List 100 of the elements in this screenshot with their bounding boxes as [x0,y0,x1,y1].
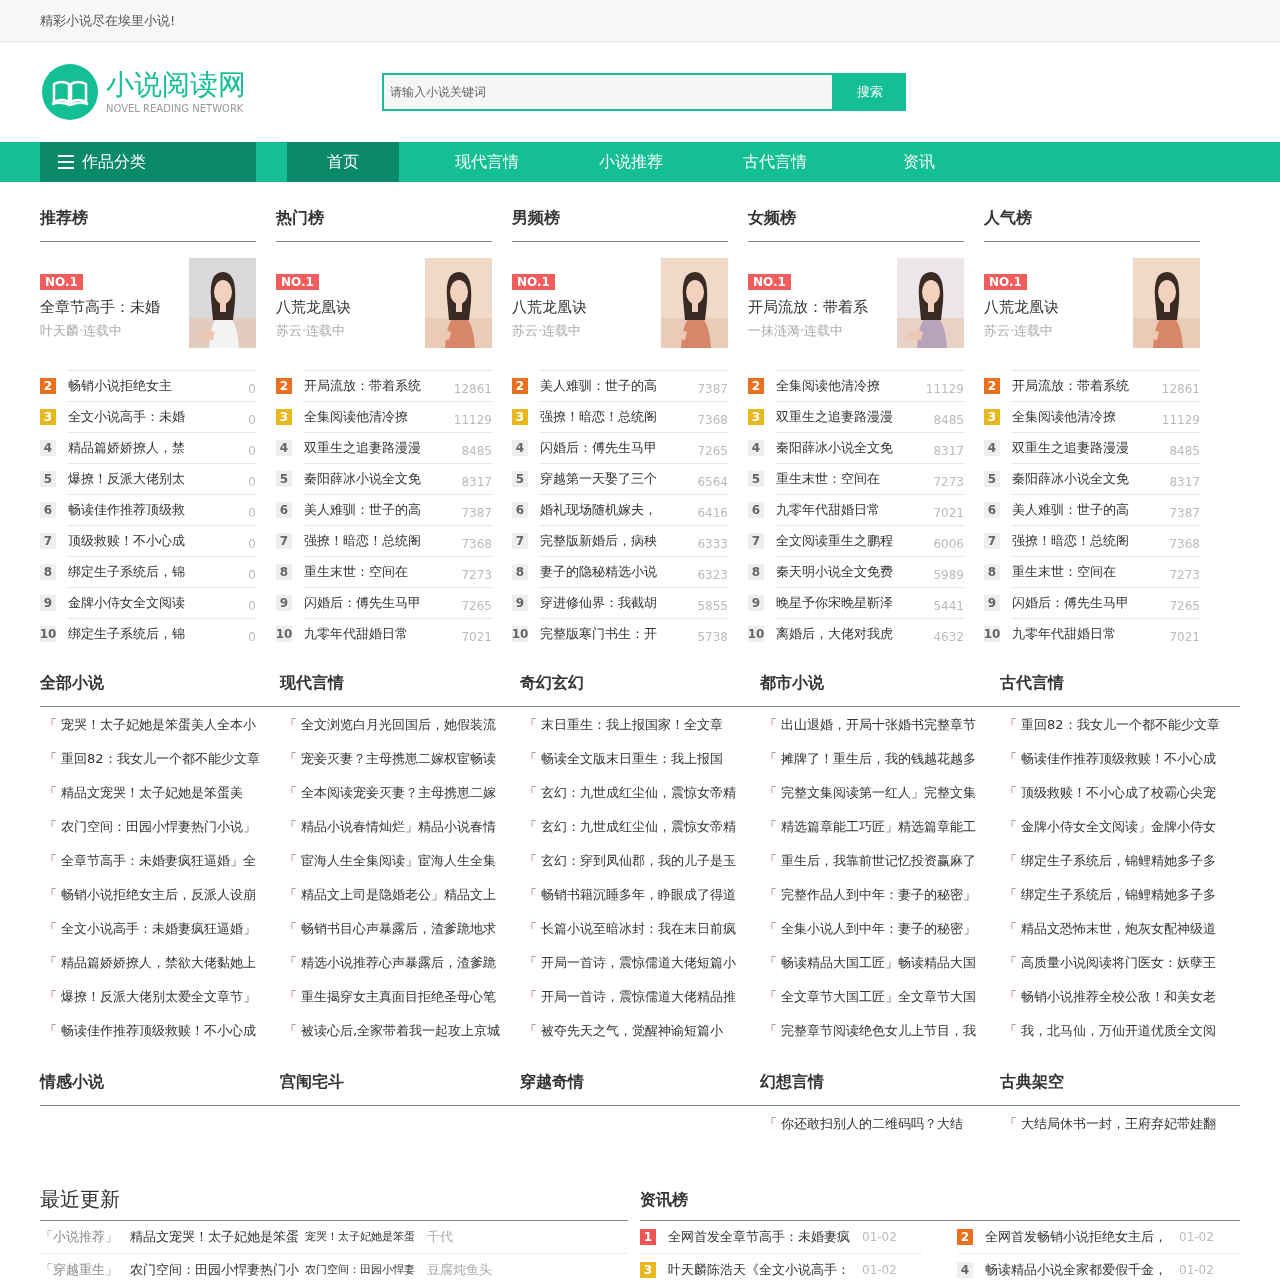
book-link[interactable]: 畅销书目心声暴露后，渣爹跪地求 [301,919,496,939]
book-link[interactable]: 强撩！暗恋！总统阁 [1012,531,1129,551]
book-link[interactable]: 宠妾灭妻？主母携崽二嫁权宦畅读 [301,749,496,769]
book-link[interactable]: 精品文宠哭！太子妃她是笨蛋 [130,1227,299,1247]
book-title[interactable]: 八荒龙凰诀 [276,296,351,319]
book-link[interactable]: 摊牌了！重生后，我的钱越花越多 [781,749,976,769]
book-link[interactable]: 秦阳薛冰小说全文免 [1012,469,1129,489]
book-link[interactable]: 被夺先天之气，觉醒神谕短篇小 [541,1021,723,1041]
book-link[interactable]: 绑定生子系统后，锦鲤精她多子多 [1021,851,1216,871]
book-link[interactable]: 精选篇章能工巧匠」精选篇章能工 [781,817,976,837]
book-link[interactable]: 金牌小侍女全文阅读」金牌小侍女 [1021,817,1216,837]
book-link[interactable]: 九零年代甜婚日常 [776,500,880,520]
book-link[interactable]: 爆撩！反派大佬别太 [68,469,185,489]
book-link[interactable]: 闪婚后：傅先生马甲 [1012,593,1129,613]
book-link[interactable]: 重生揭穿女主真面目拒绝圣母心笔 [301,987,496,1007]
book-link[interactable]: 全文章节大国工匠」全文章节大国 [781,987,976,1007]
book-link[interactable]: 晚星予你宋晚星靳泽 [776,593,893,613]
book-link[interactable]: 绑定生子系统后，锦 [68,562,185,582]
book-link[interactable]: 重生末世：空间在 [1012,562,1116,582]
book-link[interactable]: 双重生之追妻路漫漫 [1012,438,1129,458]
book-link[interactable]: 完整作品人到中年：妻子的秘密」 [781,885,976,905]
book-link[interactable]: 爆撩！反派大佬别太爱全文章节」 [61,987,256,1007]
book-link[interactable]: 全章节高手：未婚妻疯狂逼婚」全 [61,851,256,871]
book-link[interactable]: 穿进修仙界：我截胡 [540,593,657,613]
book-link[interactable]: 农门空间：田园小悍妻热门小说」 [61,817,256,837]
book-link[interactable]: 开局一首诗，震惊儒道大佬短篇小 [541,953,736,973]
book-link[interactable]: 重生末世：空间在 [776,469,880,489]
book-link[interactable]: 完整版寒门书生：开 [540,624,657,644]
book-link[interactable]: 顶级救赎！不小心成 [68,531,185,551]
book-link[interactable]: 重生后，我靠前世记忆投资赢麻了 [781,851,976,871]
book-link[interactable]: 精品小说春情灿烂」精品小说春情 [301,817,496,837]
book-link[interactable]: 完整章节阅读绝色女儿上节目，我 [781,1021,976,1041]
news-link[interactable]: 叶天麟陈浩天《全文小说高手： [668,1260,850,1280]
book-link[interactable]: 精选小说推荐心声暴露后，渣爹跪 [301,953,496,973]
book-link[interactable]: 玄幻：穿到凤仙郡，我的儿子是玉 [541,851,736,871]
book-link[interactable]: 玄幻：九世成红尘仙，震惊女帝精 [541,783,736,803]
book-link[interactable]: 开局一首诗，震惊儒道大佬精品推 [541,987,736,1007]
book-link[interactable]: 宠哭！太子妃她是笨蛋美人全本小 [61,715,256,735]
book-link[interactable]: 玄幻：九世成红尘仙，震惊女帝精 [541,817,736,837]
book-link[interactable]: 强撩！暗恋！总统阁 [304,531,421,551]
book-link[interactable]: 闪婚后：傅先生马甲 [540,438,657,458]
book-link[interactable]: 畅读佳作推荐顶级救 [68,500,185,520]
book-link[interactable]: 畅读佳作推荐顶级救赎！不小心成 [61,1021,256,1041]
book-link[interactable]: 农门空间：田园小悍妻热门小 [130,1260,299,1280]
book-link[interactable]: 重回82：我女儿一个都不能少文章 [61,749,260,769]
book-link[interactable]: 绑定生子系统后，锦 [68,624,185,644]
category-menu-button[interactable]: 作品分类 [40,142,256,182]
news-link[interactable]: 畅读精品小说全家都爱假千金， [985,1260,1167,1280]
book-link[interactable]: 秦阳薛冰小说全文免 [776,438,893,458]
book-link[interactable]: 九零年代甜婚日常 [304,624,408,644]
book-link[interactable]: 美人难驯：世子的高 [1012,500,1129,520]
book-link[interactable]: 重生末世：空间在 [304,562,408,582]
book-title[interactable]: 八荒龙凰诀 [984,296,1059,319]
book-link[interactable]: 开局流放：带着系统 [1012,376,1129,396]
book-link[interactable]: 精品文宠哭！太子妃她是笨蛋美 [61,783,243,803]
book-link[interactable]: 完整版新婚后，病秧 [540,531,657,551]
book-link[interactable]: 强撩！暗恋！总统阁 [540,407,657,427]
book-link[interactable]: 穿越第一天娶了三个 [540,469,657,489]
book-link[interactable]: 秦天明小说全文免费 [776,562,893,582]
book-link[interactable]: 出山退婚，开局十张婚书完整章节 [781,715,976,735]
book-link[interactable]: 长篇小说至暗冰封：我在末日前疯 [541,919,736,939]
nav-tab[interactable]: 首页 [287,142,399,182]
book-link[interactable]: 妻子的隐秘精选小说 [540,562,657,582]
book-link[interactable]: 全集阅读他清冷撩 [304,407,408,427]
book-link[interactable]: 全文浏览白月光回国后，她假装流 [301,715,496,735]
book-link[interactable]: 宦海人生全集阅读」宦海人生全集 [301,851,496,871]
book-link[interactable]: 美人难驯：世子的高 [540,376,657,396]
book-link[interactable]: 全本阅读宠妾灭妻？主母携崽二嫁 [301,783,496,803]
book-link[interactable]: 双重生之追妻路漫漫 [304,438,421,458]
book-link[interactable]: 绑定生子系统后，锦鲤精她多子多 [1021,885,1216,905]
book-link[interactable]: 精品篇娇娇撩人，禁 [68,438,185,458]
book-title[interactable]: 八荒龙凰诀 [512,296,587,319]
book-link[interactable]: 全文阅读重生之鹏程 [776,531,893,551]
chapter-link[interactable]: 农门空间：田园小悍妻 [305,1261,415,1279]
chapter-link[interactable]: 宠哭！太子妃她是笨蛋 [305,1228,415,1246]
book-link[interactable]: 精品文上司是隐婚老公」精品文上 [301,885,496,905]
book-link[interactable]: 全文小说高手：未婚妻疯狂逼婚」 [61,919,256,939]
book-link[interactable]: 你还敢扫别人的二维码吗？大结 [781,1114,963,1134]
book-link[interactable]: 畅销小说拒绝女主 [68,376,172,396]
book-link[interactable]: 高质量小说阅读将门医女：妖孽王 [1021,953,1216,973]
book-link[interactable]: 我，北马仙，万仙开道优质全文阅 [1021,1021,1216,1041]
book-link[interactable]: 闪婚后：傅先生马甲 [304,593,421,613]
book-link[interactable]: 畅读佳作推荐顶级救赎！不小心成 [1021,749,1216,769]
book-link[interactable]: 畅读全文版末日重生：我上报国 [541,749,723,769]
book-title[interactable]: 开局流放：带着系 [748,296,868,319]
category-link[interactable]: 「穿越重生」 [40,1260,118,1280]
book-link[interactable]: 金牌小侍女全文阅读 [68,593,185,613]
book-link[interactable]: 全集阅读他清冷撩 [1012,407,1116,427]
book-link[interactable]: 畅读精品大国工匠」畅读精品大国 [781,953,976,973]
book-link[interactable]: 秦阳薛冰小说全文免 [304,469,421,489]
book-link[interactable]: 九零年代甜婚日常 [1012,624,1116,644]
book-link[interactable]: 全集阅读他清冷撩 [776,376,880,396]
search-field[interactable]: 请输入小说关键词 [382,73,834,111]
book-link[interactable]: 完整文集阅读第一红人」完整文集 [781,783,976,803]
book-link[interactable]: 精品篇娇娇撩人，禁欲大佬黏她上 [61,953,256,973]
book-link[interactable]: 末日重生：我上报国家！全文章 [541,715,723,735]
book-link[interactable]: 畅销小说推荐全校公敌！和美女老 [1021,987,1216,1007]
news-link[interactable]: 全网首发畅销小说拒绝女主后， [985,1227,1167,1247]
book-link[interactable]: 离婚后，大佬对我虎 [776,624,893,644]
book-link[interactable]: 开局流放：带着系统 [304,376,421,396]
